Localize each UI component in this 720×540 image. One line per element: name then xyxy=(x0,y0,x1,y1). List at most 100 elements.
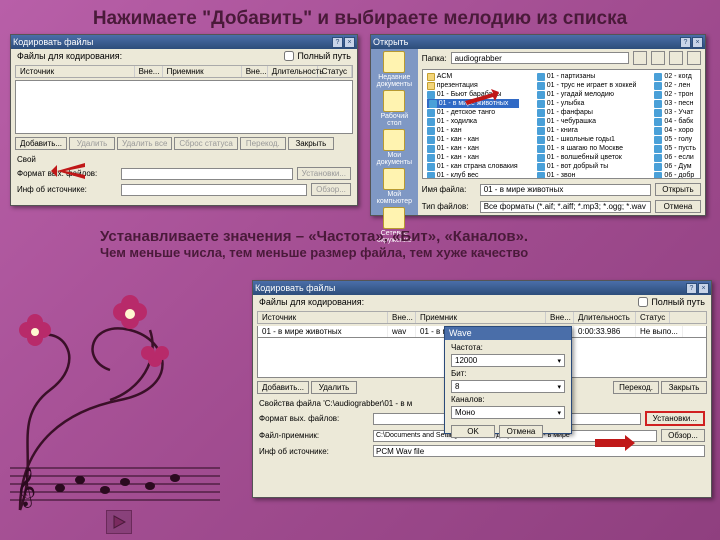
ok-button[interactable]: OK xyxy=(451,425,495,438)
file-list[interactable]: ACMпрезентация01 - Бьют барабаны01 - в м… xyxy=(422,69,701,179)
filter-combo[interactable]: Все форматы (*.aif; *.aiff; *.mp3; *.ogg… xyxy=(480,201,651,213)
titlebar: Кодировать файлы ?× xyxy=(253,281,711,295)
place-mydocs[interactable]: Мои документы xyxy=(373,129,416,166)
delete-all-button[interactable]: Удалить все xyxy=(117,137,172,150)
filename-field[interactable]: 01 - в мире животных xyxy=(480,184,651,196)
file-icon xyxy=(537,109,545,117)
list-item[interactable]: 06 - Дум xyxy=(654,162,696,171)
list-item[interactable]: 01 - улыбка xyxy=(537,99,637,108)
list-item[interactable]: 01 - кан - кан xyxy=(427,153,519,162)
fullpath-checkbox[interactable]: Полный путь xyxy=(284,51,351,61)
cancel-button[interactable]: Отмена xyxy=(655,200,701,213)
help-button[interactable]: ? xyxy=(332,37,343,48)
window-title: Открыть xyxy=(373,37,408,47)
clear-status-button[interactable]: Сброс статуса xyxy=(174,137,237,150)
add-button[interactable]: Добавить... xyxy=(257,381,309,394)
list-item[interactable]: 01 - кан - кан xyxy=(427,135,519,144)
list-item[interactable]: 01 - клуб вес xyxy=(427,171,519,179)
list-item[interactable]: 01 - фанфары xyxy=(537,108,637,117)
folder-combo[interactable]: audiograbber xyxy=(451,52,629,64)
close-button[interactable]: × xyxy=(344,37,355,48)
open-button[interactable]: Открыть xyxy=(655,183,701,196)
help-button[interactable]: ? xyxy=(686,283,697,294)
convert-button[interactable]: Перекод. xyxy=(613,381,659,394)
file-icon xyxy=(427,118,435,126)
list-item[interactable]: 01 - партизаны xyxy=(537,72,637,81)
newfolder-icon[interactable] xyxy=(669,51,683,65)
setup-button[interactable]: Установки... xyxy=(297,167,351,180)
place-desktop[interactable]: Рабочий стол xyxy=(373,90,416,127)
outfmt-field[interactable] xyxy=(121,168,293,180)
list-item[interactable]: 01 - кан xyxy=(427,126,519,135)
list-item[interactable]: 03 - песн xyxy=(654,99,696,108)
file-icon xyxy=(427,73,435,81)
setup-button[interactable]: Установки... xyxy=(645,411,705,426)
freq-select[interactable]: 12000 xyxy=(451,354,565,367)
file-icon xyxy=(654,136,662,144)
list-item[interactable]: 01 - кан страна словакия xyxy=(427,162,519,171)
file-icon xyxy=(427,136,435,144)
list-item[interactable]: 02 - когд xyxy=(654,72,696,81)
red-arrow-icon xyxy=(595,435,635,451)
list-item[interactable]: 05 - голу xyxy=(654,135,696,144)
convert-button[interactable]: Перекод. xyxy=(240,137,286,150)
next-slide-button[interactable] xyxy=(106,510,132,534)
svg-text:𝄞: 𝄞 xyxy=(16,468,36,508)
filename-label: Имя файла: xyxy=(422,185,476,194)
list-item[interactable]: 01 - я шагаю по Москве xyxy=(537,144,637,153)
close-button[interactable]: Закрыть xyxy=(288,137,334,150)
list-item[interactable]: 01 - звон xyxy=(537,171,637,179)
list-item[interactable]: 01 - книга xyxy=(537,126,637,135)
list-item[interactable]: 01 - волшебный цветок xyxy=(537,153,637,162)
list-item[interactable]: 03 - Учат xyxy=(654,108,696,117)
list-item[interactable]: 01 - школьные годы1 xyxy=(537,135,637,144)
browse-button[interactable]: Обзор... xyxy=(311,183,351,196)
delete-button[interactable]: Удалить xyxy=(69,137,115,150)
list-item[interactable]: 01 - угадай мелодию xyxy=(537,90,637,99)
list-item[interactable]: 05 - пусть xyxy=(654,144,696,153)
browse-button[interactable]: Обзор... xyxy=(661,429,705,442)
list-item[interactable]: 04 - хоро xyxy=(654,126,696,135)
files-label: Файлы для кодирования: xyxy=(259,297,364,307)
add-button[interactable]: Добавить... xyxy=(15,137,67,150)
list-item[interactable]: 01 - детское танго xyxy=(427,108,519,117)
back-icon[interactable] xyxy=(633,51,647,65)
close-button[interactable]: × xyxy=(692,37,703,48)
file-icon xyxy=(654,91,662,99)
help-button[interactable]: ? xyxy=(680,37,691,48)
list-item[interactable]: 06 - если xyxy=(654,153,696,162)
list-item[interactable]: ACM xyxy=(427,72,519,81)
file-icon xyxy=(537,118,545,126)
file-icon xyxy=(654,163,662,171)
list-item[interactable]: 01 - трус не играет в хоккей xyxy=(537,81,637,90)
file-icon xyxy=(427,163,435,171)
list-item[interactable]: 01 - ходилка xyxy=(427,117,519,126)
titlebar: Wave xyxy=(445,327,571,340)
views-icon[interactable] xyxy=(687,51,701,65)
list-item[interactable]: 02 - трон xyxy=(654,90,696,99)
list-item[interactable]: 04 - бабк xyxy=(654,117,696,126)
file-icon xyxy=(537,127,545,135)
list-item[interactable]: 01 - кан - кан xyxy=(427,144,519,153)
list-item[interactable]: 06 - добр xyxy=(654,171,696,179)
open-dialog: Открыть ?× Недавние документы Рабочий ст… xyxy=(370,34,706,216)
channels-select[interactable]: Моно xyxy=(451,406,565,419)
props-label: Свойства файла 'C:\audiograbber\01 - в м xyxy=(259,399,412,408)
place-mycomp[interactable]: Мой компьютер xyxy=(373,168,416,205)
place-recent[interactable]: Недавние документы xyxy=(373,51,416,88)
file-icon xyxy=(654,73,662,81)
close-button[interactable]: Закрыть xyxy=(661,381,707,394)
file-icon xyxy=(537,73,545,81)
delete-button[interactable]: Удалить xyxy=(311,381,357,394)
titlebar: Открыть ?× xyxy=(371,35,705,49)
list-item[interactable]: 02 - лен xyxy=(654,81,696,90)
bit-select[interactable]: 8 xyxy=(451,380,565,393)
list-item[interactable]: 01 - вот добрый ты xyxy=(537,162,637,171)
network-icon xyxy=(383,207,405,229)
file-list-empty xyxy=(15,80,353,134)
cancel-button[interactable]: Отмена xyxy=(499,425,543,438)
list-item[interactable]: 01 - чебурашка xyxy=(537,117,637,126)
close-button[interactable]: × xyxy=(698,283,709,294)
fullpath-checkbox[interactable]: Полный путь xyxy=(638,297,705,307)
up-icon[interactable] xyxy=(651,51,665,65)
